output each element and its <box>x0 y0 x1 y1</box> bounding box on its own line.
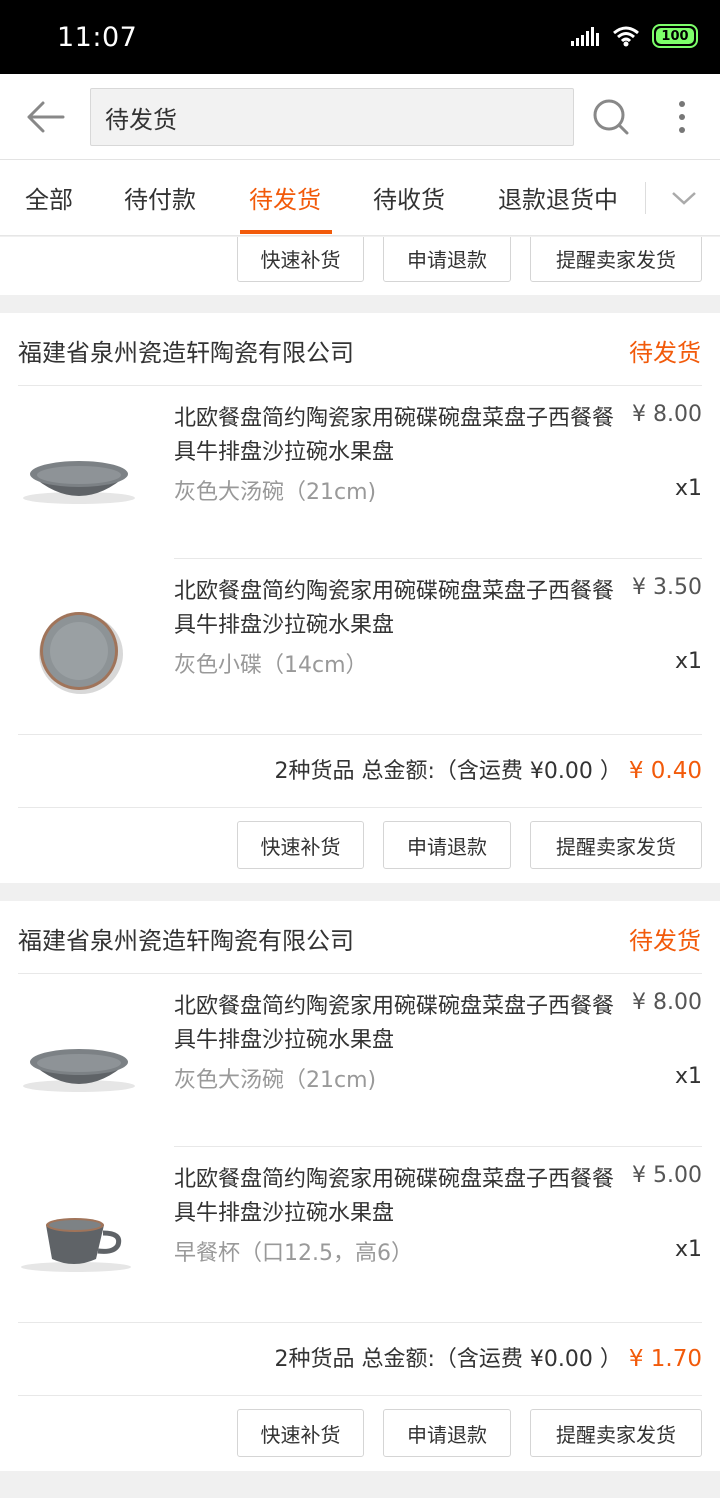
item-quantity: x1 <box>674 649 702 674</box>
item-quantity: x1 <box>674 476 702 501</box>
tab-all[interactable]: 全部 <box>25 180 73 215</box>
order-actions: 快速补货 申请退款 提醒卖家发货 <box>0 1396 720 1470</box>
item-title: 北欧餐盘简约陶瓷家用碗碟碗盘菜盘子西餐餐具牛排盘沙拉碗水果盘 <box>174 579 615 638</box>
chevron-down-icon <box>672 192 696 205</box>
order-summary: 2种货品 总金额:（含运费 ¥0.00 ） ¥ 0.40 <box>0 735 720 807</box>
tab-pending-payment[interactable]: 待付款 <box>124 180 196 215</box>
shop-name: 福建省泉州瓷造轩陶瓷有限公司 <box>18 339 354 367</box>
order-list[interactable]: 快速补货 申请退款 提醒卖家发货 福建省泉州瓷造轩陶瓷有限公司 待发货 北欧餐盘… <box>0 237 720 1498</box>
request-refund-button[interactable]: 申请退款 <box>383 237 511 282</box>
tab-divider <box>645 182 646 214</box>
active-tab-indicator <box>240 230 332 234</box>
order-card: 福建省泉州瓷造轩陶瓷有限公司 待发货 北欧餐盘简约陶瓷家用碗碟碗盘菜盘子西餐餐具… <box>0 313 720 883</box>
more-options-button[interactable] <box>662 92 702 142</box>
search-toolbar: 待发货 <box>0 74 720 160</box>
bowl-icon <box>23 461 135 504</box>
shop-header[interactable]: 福建省泉州瓷造轩陶瓷有限公司 待发货 <box>0 313 720 387</box>
item-title: 北欧餐盘简约陶瓷家用碗碟碗盘菜盘子西餐餐具牛排盘沙拉碗水果盘 <box>174 994 615 1053</box>
remind-seller-button[interactable]: 提醒卖家发货 <box>530 237 702 282</box>
battery-level: 100 <box>661 28 689 44</box>
item-price: ¥ 8.00 <box>632 402 702 427</box>
order-item[interactable]: 北欧餐盘简约陶瓷家用碗碟碗盘菜盘子西餐餐具牛排盘沙拉碗水果盘 灰色大汤碗（21c… <box>0 974 720 1139</box>
order-card: 福建省泉州瓷造轩陶瓷有限公司 待发货 北欧餐盘简约陶瓷家用碗碟碗盘菜盘子西餐餐具… <box>0 901 720 1471</box>
wifi-icon <box>613 26 639 47</box>
order-summary: 2种货品 总金额:（含运费 ¥0.00 ） ¥ 1.70 <box>0 1323 720 1395</box>
cup-icon <box>21 1218 131 1272</box>
order-tabs: 全部 待付款 待发货 待收货 退款退货中 <box>0 160 720 236</box>
order-status: 待发货 <box>629 339 701 367</box>
summary-label: 2种货品 总金额:（含运费 ¥0.00 ） <box>274 1347 622 1372</box>
order-total: ¥ 0.40 <box>628 758 702 784</box>
tab-pending-receipt[interactable]: 待收货 <box>373 180 445 215</box>
summary-label: 2种货品 总金额:（含运费 ¥0.00 ） <box>274 759 622 784</box>
remind-seller-button[interactable]: 提醒卖家发货 <box>530 821 702 869</box>
item-quantity: x1 <box>674 1237 702 1262</box>
order-status: 待发货 <box>629 927 701 955</box>
item-title: 北欧餐盘简约陶瓷家用碗碟碗盘菜盘子西餐餐具牛排盘沙拉碗水果盘 <box>174 406 615 465</box>
tabs-expand-button[interactable] <box>662 180 706 216</box>
signal-icon <box>571 27 599 46</box>
item-price: ¥ 8.00 <box>632 990 702 1015</box>
more-vertical-icon <box>679 101 685 133</box>
order-total: ¥ 1.70 <box>628 1346 702 1372</box>
item-spec: 灰色小碟（14cm） <box>174 653 368 678</box>
order-actions: 快速补货 申请退款 提醒卖家发货 <box>0 808 720 882</box>
tab-pending-shipment[interactable]: 待发货 <box>249 180 321 215</box>
clock: 11:07 <box>57 22 138 53</box>
request-refund-button[interactable]: 申请退款 <box>383 1409 511 1457</box>
order-item[interactable]: 北欧餐盘简约陶瓷家用碗碟碗盘菜盘子西餐餐具牛排盘沙拉碗水果盘 灰色大汤碗（21c… <box>0 386 720 551</box>
back-button[interactable] <box>18 92 72 142</box>
remind-seller-button[interactable]: 提醒卖家发货 <box>530 1409 702 1457</box>
bowl-icon <box>23 1049 135 1092</box>
item-quantity: x1 <box>674 1064 702 1089</box>
item-price: ¥ 3.50 <box>632 575 702 600</box>
request-refund-button[interactable]: 申请退款 <box>383 821 511 869</box>
shop-name: 福建省泉州瓷造轩陶瓷有限公司 <box>18 927 354 955</box>
item-spec: 早餐杯（口12.5，高6） <box>174 1241 413 1266</box>
order-actions: 快速补货 申请退款 提醒卖家发货 <box>0 237 720 295</box>
order-item[interactable]: 北欧餐盘简约陶瓷家用碗碟碗盘菜盘子西餐餐具牛排盘沙拉碗水果盘 早餐杯（口12.5… <box>0 1147 720 1312</box>
quick-restock-button[interactable]: 快速补货 <box>237 237 364 282</box>
plate-icon <box>39 612 123 694</box>
order-item[interactable]: 北欧餐盘简约陶瓷家用碗碟碗盘菜盘子西餐餐具牛排盘沙拉碗水果盘 灰色小碟（14cm… <box>0 559 720 724</box>
status-bar: 11:07 100 <box>0 0 720 74</box>
quick-restock-button[interactable]: 快速补货 <box>237 1409 364 1457</box>
back-arrow-icon <box>27 101 65 133</box>
status-icons: 100 <box>570 24 698 48</box>
item-spec: 灰色大汤碗（21cm) <box>174 480 377 505</box>
shop-header[interactable]: 福建省泉州瓷造轩陶瓷有限公司 待发货 <box>0 901 720 975</box>
item-spec: 灰色大汤碗（21cm) <box>174 1068 377 1093</box>
battery-icon: 100 <box>652 24 698 48</box>
quick-restock-button[interactable]: 快速补货 <box>237 821 364 869</box>
search-input-value: 待发货 <box>105 105 177 134</box>
item-price: ¥ 5.00 <box>632 1163 702 1188</box>
search-button[interactable] <box>586 92 636 142</box>
search-input[interactable]: 待发货 <box>90 88 574 146</box>
tab-refund-return[interactable]: 退款退货中 <box>498 180 618 215</box>
item-title: 北欧餐盘简约陶瓷家用碗碟碗盘菜盘子西餐餐具牛排盘沙拉碗水果盘 <box>174 1167 615 1226</box>
search-icon <box>593 99 629 135</box>
